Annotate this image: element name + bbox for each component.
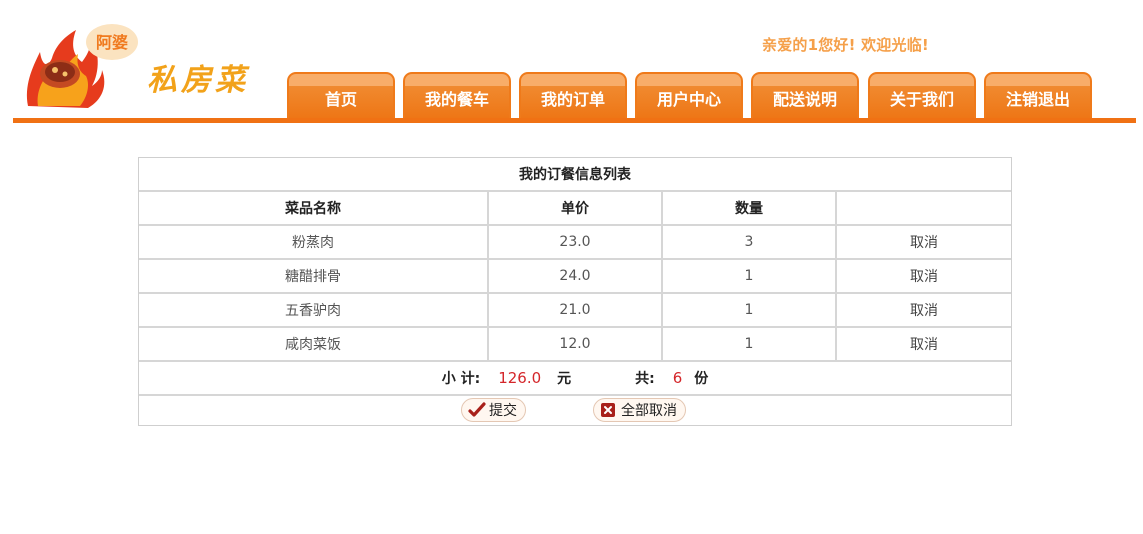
nav-tab-home[interactable]: 首页: [287, 72, 395, 118]
nav-tab-cart[interactable]: 我的餐车: [403, 72, 511, 118]
cancel-item-button[interactable]: 取消: [910, 300, 938, 320]
nav-divider: [13, 118, 1136, 123]
dish-name: 粉蒸肉: [139, 226, 489, 258]
cancel-item-button[interactable]: 取消: [910, 232, 938, 252]
table-caption-row: 我的订餐信息列表: [139, 158, 1011, 192]
dish-qty: 1: [663, 294, 837, 326]
nav-tab-orders[interactable]: 我的订单: [519, 72, 627, 118]
nav-tab-about[interactable]: 关于我们: [868, 72, 976, 118]
nav-tab-delivery[interactable]: 配送说明: [751, 72, 859, 118]
dish-price: 24.0: [489, 260, 663, 292]
table-row: 粉蒸肉 23.0 3 取消: [139, 226, 1011, 260]
currency-unit: 元: [557, 371, 572, 387]
table-row: 五香驴肉 21.0 1 取消: [139, 294, 1011, 328]
count-value: 6: [672, 369, 683, 387]
dish-qty: 1: [663, 328, 837, 360]
table-header-row: 菜品名称 单价 数量: [139, 192, 1011, 226]
action-row: 提交 全部取消: [139, 396, 1011, 426]
dish-name: 五香驴肉: [139, 294, 489, 326]
submit-label: 提交: [489, 403, 517, 419]
dish-name: 糖醋排骨: [139, 260, 489, 292]
cancel-all-button[interactable]: 全部取消: [593, 398, 686, 422]
checkmark-icon: [468, 402, 486, 417]
nav-tab-user[interactable]: 用户中心: [635, 72, 743, 118]
table-row: 咸肉菜饭 12.0 1 取消: [139, 328, 1011, 362]
subtotal-value: 126.0: [498, 369, 542, 387]
welcome-message: 亲爱的1您好! 欢迎光临!: [762, 36, 929, 54]
column-header-price: 单价: [489, 192, 663, 224]
summary-row: 小 计: 126.0 元 共: 6 份: [139, 362, 1011, 396]
dish-qty: 1: [663, 260, 837, 292]
flame-logo-icon: 阿婆 私房菜: [26, 24, 250, 108]
cancel-all-label: 全部取消: [621, 403, 677, 419]
dish-price: 23.0: [489, 226, 663, 258]
table-caption: 我的订餐信息列表: [519, 167, 631, 183]
dish-qty: 3: [663, 226, 837, 258]
close-icon: [601, 403, 615, 417]
submit-button[interactable]: 提交: [461, 398, 526, 422]
dish-name: 咸肉菜饭: [139, 328, 489, 360]
nav-tab-logout[interactable]: 注销退出: [984, 72, 1092, 118]
count-unit: 份: [694, 371, 709, 387]
dish-price: 21.0: [489, 294, 663, 326]
order-table: 我的订餐信息列表 菜品名称 单价 数量 粉蒸肉 23.0 3 取消 糖醋排骨 2…: [138, 157, 1012, 426]
table-row: 糖醋排骨 24.0 1 取消: [139, 260, 1011, 294]
count-label: 共:: [635, 371, 655, 387]
svg-text:私房菜: 私房菜: [147, 63, 250, 98]
column-header-qty: 数量: [663, 192, 837, 224]
cancel-item-button[interactable]: 取消: [910, 334, 938, 354]
column-header-action: [837, 192, 1011, 224]
dish-price: 12.0: [489, 328, 663, 360]
column-header-name: 菜品名称: [139, 192, 489, 224]
subtotal-label: 小 计:: [441, 371, 481, 387]
svg-text:阿婆: 阿婆: [96, 33, 128, 52]
cancel-item-button[interactable]: 取消: [910, 266, 938, 286]
site-logo: 阿婆 私房菜: [22, 22, 272, 117]
